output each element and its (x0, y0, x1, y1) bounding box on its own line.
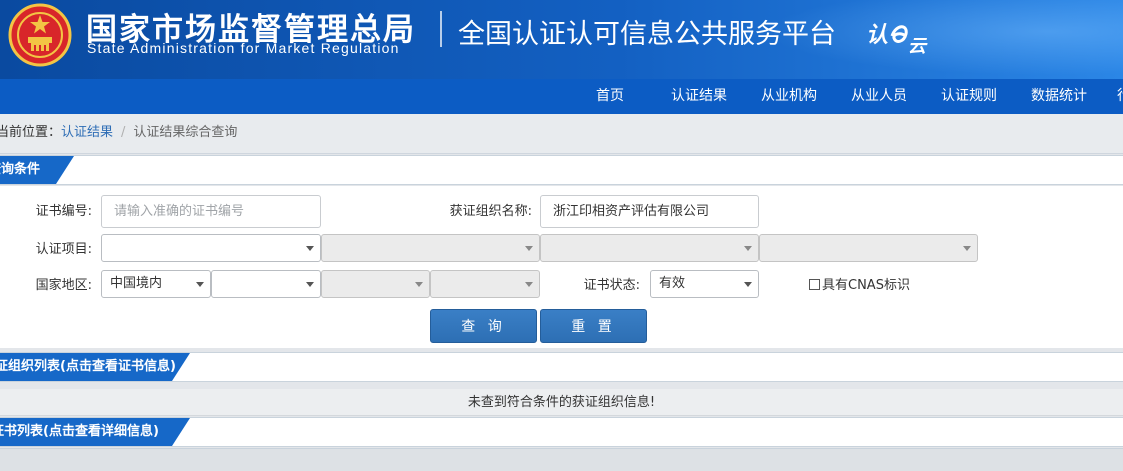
cert-list-title: 证书列表(点击查看详细信息) (0, 418, 190, 446)
chevron-down-icon (306, 282, 314, 287)
org-list-empty-message: 未查到符合条件的获证组织信息! (0, 389, 1123, 416)
cert-item-select-3 (540, 234, 759, 262)
cert-item-select-4 (759, 234, 978, 262)
cert-no-label: 证书编号: (35, 204, 92, 219)
status-select[interactable]: 有效 (650, 270, 759, 298)
region-select-country[interactable]: 中国境内 (101, 270, 211, 298)
nav-item-institutions[interactable]: 从业机构 (761, 79, 817, 114)
query-section-title: 查询条件 (0, 156, 74, 184)
chevron-down-icon (525, 246, 533, 251)
header-banner: 国家市场监督管理总局 State Administration for Mark… (0, 0, 1123, 79)
chevron-down-icon (525, 282, 533, 287)
breadcrumb-link-cert-results[interactable]: 认证结果 (61, 114, 113, 152)
cnas-checkbox[interactable]: 具有CNAS标识 (809, 278, 910, 294)
cert-item-select-1[interactable] (101, 234, 321, 262)
nav-item-cert-results[interactable]: 认证结果 (671, 79, 727, 114)
region-select-district (430, 270, 540, 298)
chevron-down-icon (415, 282, 423, 287)
brand-logo: 认 云 (866, 14, 930, 64)
breadcrumb: 当前位置：认证结果 / 认证结果综合查询 (0, 114, 1123, 154)
query-section-header: 查询条件 (0, 155, 1123, 185)
nav-item-statistics[interactable]: 数据统计 (1031, 79, 1087, 114)
cert-item-select-2 (321, 234, 540, 262)
org-name-label: 获证组织名称: (449, 204, 532, 219)
header-divider (440, 11, 442, 47)
status-select-value: 有效 (659, 276, 686, 291)
search-button[interactable]: 查 询 (430, 309, 537, 343)
chevron-down-icon (196, 282, 204, 287)
region-select-city (321, 270, 430, 298)
svg-text:云: 云 (908, 36, 928, 57)
cert-list-body (0, 448, 1123, 471)
breadcrumb-separator: / (121, 125, 126, 140)
org-list-title: 获证组织列表(点击查看证书信息) (0, 353, 190, 381)
platform-title: 全国认证认可信息公共服务平台 (458, 19, 836, 50)
chevron-down-icon (744, 282, 752, 287)
org-list-header: 获证组织列表(点击查看证书信息) (0, 352, 1123, 382)
main-nav: 首页 认证结果 从业机构 从业人员 认证规则 数据统计 行 (0, 79, 1123, 114)
svg-text:认: 认 (866, 23, 888, 48)
reset-button[interactable]: 重 置 (540, 309, 647, 343)
cnas-checkbox-label: 具有CNAS标识 (822, 278, 910, 293)
cert-list-header: 证书列表(点击查看详细信息) (0, 417, 1123, 447)
region-label: 国家地区: (35, 278, 92, 293)
national-emblem-icon (8, 3, 72, 67)
nav-item-more[interactable]: 行 (1117, 79, 1123, 114)
nav-item-cert-rules[interactable]: 认证规则 (941, 79, 997, 114)
status-label: 证书状态: (583, 278, 640, 293)
checkbox-icon[interactable] (809, 279, 820, 290)
nav-item-practitioners[interactable]: 从业人员 (851, 79, 907, 114)
region-select-value: 中国境内 (110, 276, 163, 291)
region-select-province[interactable] (211, 270, 321, 298)
brand-logo-icon: 认 云 (866, 23, 928, 57)
org-name-input[interactable]: 浙江印相资产评估有限公司 (540, 195, 759, 228)
breadcrumb-current: 认证结果综合查询 (133, 125, 238, 140)
breadcrumb-label: 当前位置： (0, 125, 62, 140)
chevron-down-icon (744, 246, 752, 251)
cert-item-label: 认证项目: (35, 242, 92, 257)
nav-item-home[interactable]: 首页 (596, 79, 624, 114)
chevron-down-icon (963, 246, 971, 251)
agency-name-en: State Administration for Market Regulati… (87, 40, 400, 56)
chevron-down-icon (306, 246, 314, 251)
cert-no-input[interactable]: 请输入准确的证书编号 (101, 195, 321, 228)
